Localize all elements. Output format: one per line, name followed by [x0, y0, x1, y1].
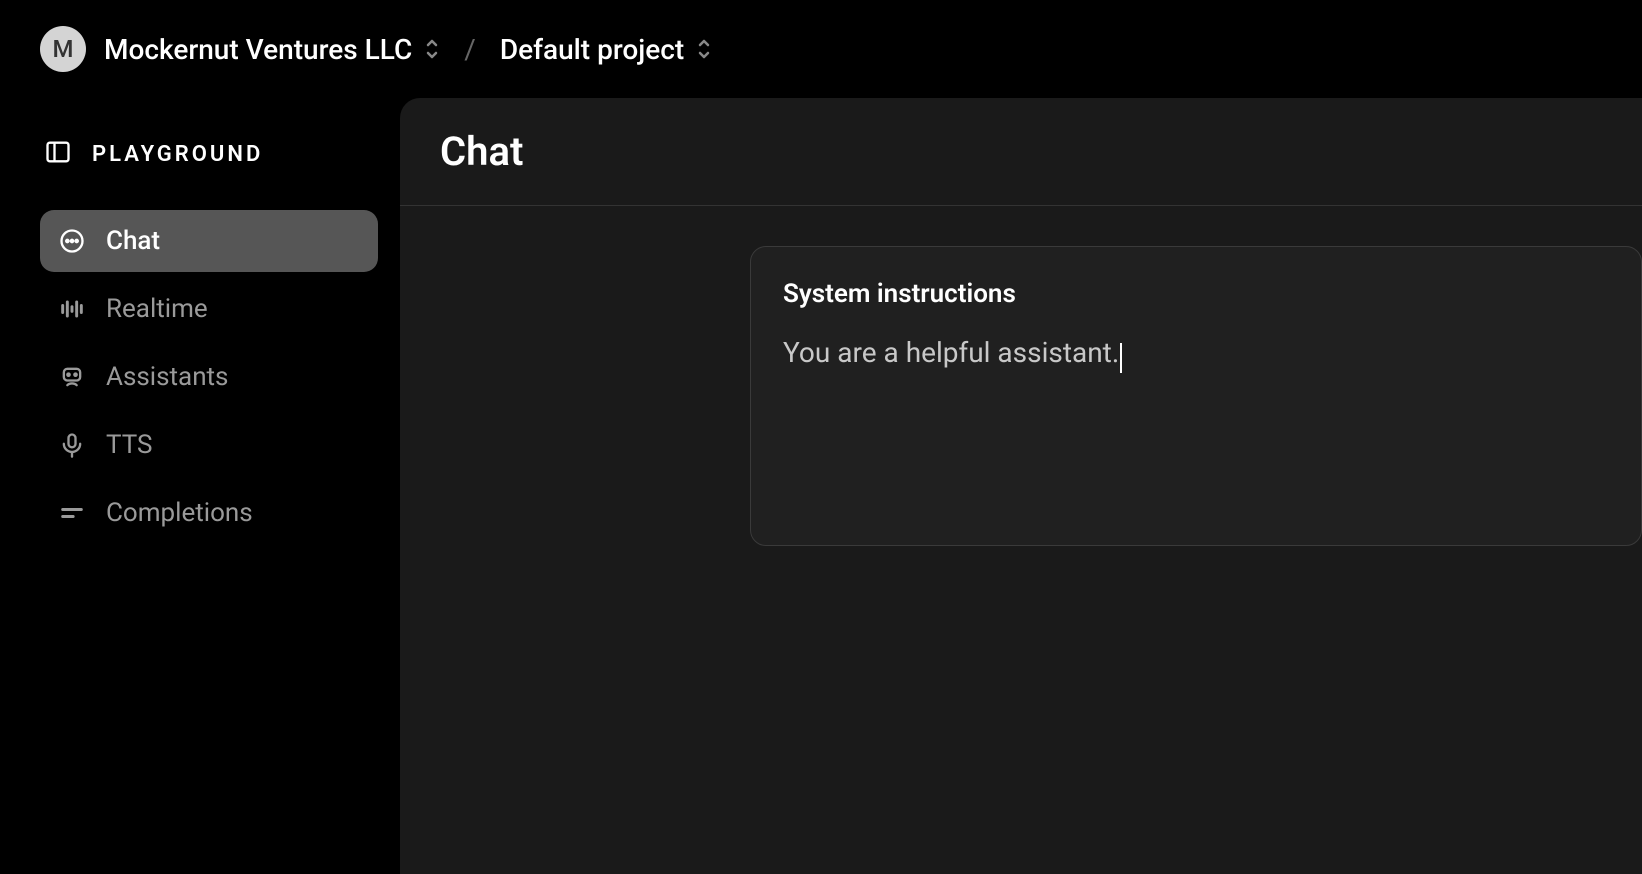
robot-icon [58, 363, 86, 391]
sidebar-item-label: Completions [106, 498, 253, 528]
sidebar-item-realtime[interactable]: Realtime [40, 278, 378, 340]
sidebar-title: PLAYGROUND [92, 142, 263, 167]
system-instructions-label: System instructions [783, 279, 1609, 309]
sidebar-item-tts[interactable]: TTS [40, 414, 378, 476]
header-bar: M Mockernut Ventures LLC / Default proje… [0, 0, 1642, 98]
main-content: System instructions You are a helpful as… [400, 206, 1642, 874]
sidebar-item-label: Chat [106, 226, 160, 256]
system-instructions-card: System instructions You are a helpful as… [750, 246, 1642, 546]
system-instructions-input-wrapper[interactable]: You are a helpful assistant. [783, 333, 1122, 373]
text-cursor [1120, 343, 1122, 373]
org-avatar[interactable]: M [40, 26, 86, 72]
sidebar-item-label: TTS [106, 430, 152, 460]
main-panel: Chat System instructions You are a helpf… [400, 98, 1642, 874]
avatar-initial: M [53, 35, 74, 63]
waveform-icon [58, 295, 86, 323]
sidebar-item-label: Realtime [106, 294, 208, 324]
page-title: Chat [440, 128, 1602, 175]
panel-icon[interactable] [44, 138, 72, 170]
organization-selector[interactable]: Mockernut Ventures LLC [104, 33, 440, 66]
sidebar-item-completions[interactable]: Completions [40, 482, 378, 544]
breadcrumb-separator: / [464, 33, 476, 66]
sidebar-item-assistants[interactable]: Assistants [40, 346, 378, 408]
system-instructions-input[interactable]: You are a helpful assistant. [783, 336, 1119, 369]
chevron-updown-icon [696, 38, 712, 60]
organization-name: Mockernut Ventures LLC [104, 33, 412, 66]
chevron-updown-icon [424, 38, 440, 60]
sidebar-header: PLAYGROUND [40, 138, 378, 170]
sidebar-item-label: Assistants [106, 362, 228, 392]
sidebar-items: Chat Realtime [40, 210, 378, 544]
sidebar: PLAYGROUND Chat [0, 98, 400, 874]
project-selector[interactable]: Default project [500, 33, 712, 66]
main-header: Chat [400, 98, 1642, 206]
microphone-icon [58, 431, 86, 459]
layout: PLAYGROUND Chat [0, 98, 1642, 874]
chat-icon [58, 227, 86, 255]
sidebar-item-chat[interactable]: Chat [40, 210, 378, 272]
lines-icon [58, 499, 86, 527]
project-name: Default project [500, 33, 684, 66]
